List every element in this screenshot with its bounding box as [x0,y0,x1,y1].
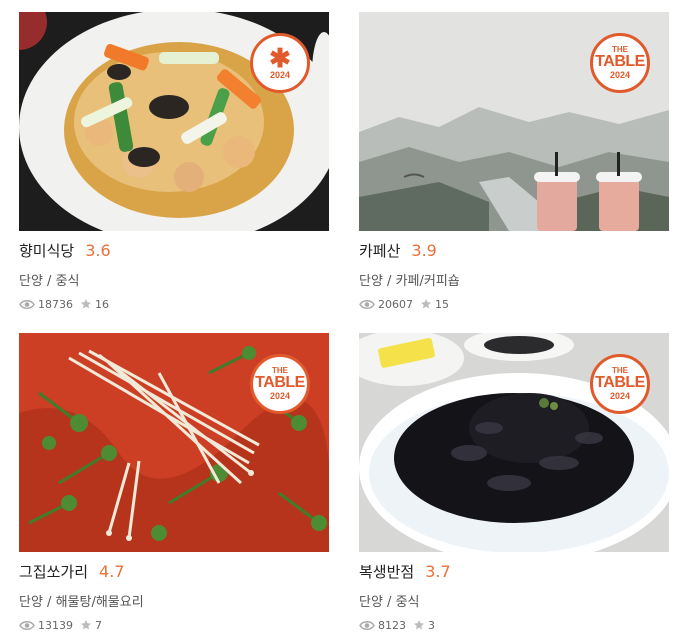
restaurant-category: 단양 / 카페/커피숍 [359,274,460,289]
eye-icon [19,620,35,631]
star-count: 15 [435,297,449,311]
restaurant-rating: 3.9 [411,241,437,260]
view-count: 8123 [378,618,406,632]
the-table-badge: THE TABLE 2024 [590,33,650,93]
restaurant-rating: 3.6 [85,241,111,260]
restaurant-category: 단양 / 중식 [19,274,80,289]
star-icon [413,619,425,631]
restaurant-info: 복생반점 3.7 단양 / 중식 8123 3 [359,552,669,633]
restaurant-rating: 3.7 [425,562,451,581]
title-row: 카페산 3.9 [359,240,669,264]
the-table-badge: ✱ 2024 [250,33,310,93]
star-count: 7 [95,618,102,632]
the-table-badge: THE TABLE 2024 [250,354,310,414]
restaurant-photo[interactable]: ✱ 2024 [19,12,329,231]
badge-year: 2024 [269,391,291,401]
restaurant-info: 향미식당 3.6 단양 / 중식 18736 16 [19,231,329,312]
view-count: 18736 [38,297,73,311]
restaurant-card: THE TABLE 2024 복생반점 3.7 단양 / 중식 8123 3 [359,333,669,633]
badge-year: 2024 [609,391,631,401]
eye-icon [19,299,35,310]
restaurant-category: 단양 / 해물탕/해물요리 [19,595,144,610]
star-icon [420,298,432,310]
restaurant-stats: 20607 15 [359,296,669,312]
title-row: 복생반점 3.7 [359,561,669,585]
eye-icon [359,620,375,631]
badge-table: TABLE [595,53,645,70]
restaurant-name[interactable]: 그집쏘가리 [19,561,88,582]
restaurant-stats: 13139 7 [19,617,329,633]
view-count: 20607 [378,297,413,311]
badge-year: 2024 [609,70,631,80]
restaurant-card: THE TABLE 2024 카페산 3.9 단양 / 카페/커피숍 20607… [359,12,669,312]
restaurant-name[interactable]: 카페산 [359,240,400,261]
star-count: 16 [95,297,109,311]
restaurant-stats: 8123 3 [359,617,669,633]
badge-table: TABLE [595,374,645,391]
star-count: 3 [428,618,435,632]
restaurant-category: 단양 / 중식 [359,595,420,610]
badge-year: 2024 [269,70,291,80]
view-count: 13139 [38,618,73,632]
star-icon [80,298,92,310]
restaurant-card: ✱ 2024 향미식당 3.6 단양 / 중식 18736 16 [19,12,329,312]
restaurant-info: 그집쏘가리 4.7 단양 / 해물탕/해물요리 13139 7 [19,552,329,633]
restaurant-rating: 4.7 [99,562,125,581]
star-icon [80,619,92,631]
title-row: 향미식당 3.6 [19,240,329,264]
title-row: 그집쏘가리 4.7 [19,561,329,585]
asterisk-icon: ✱ [269,43,291,73]
restaurant-photo[interactable]: THE TABLE 2024 [359,333,669,552]
restaurant-photo[interactable]: THE TABLE 2024 [359,12,669,231]
restaurant-card: THE TABLE 2024 그집쏘가리 4.7 단양 / 해물탕/해물요리 1… [19,333,329,633]
restaurant-photo[interactable]: THE TABLE 2024 [19,333,329,552]
restaurant-name[interactable]: 복생반점 [359,561,414,582]
restaurant-stats: 18736 16 [19,296,329,312]
restaurant-info: 카페산 3.9 단양 / 카페/커피숍 20607 15 [359,231,669,312]
badge-table: TABLE [255,374,305,391]
restaurant-name[interactable]: 향미식당 [19,240,74,261]
the-table-badge: THE TABLE 2024 [590,354,650,414]
eye-icon [359,299,375,310]
